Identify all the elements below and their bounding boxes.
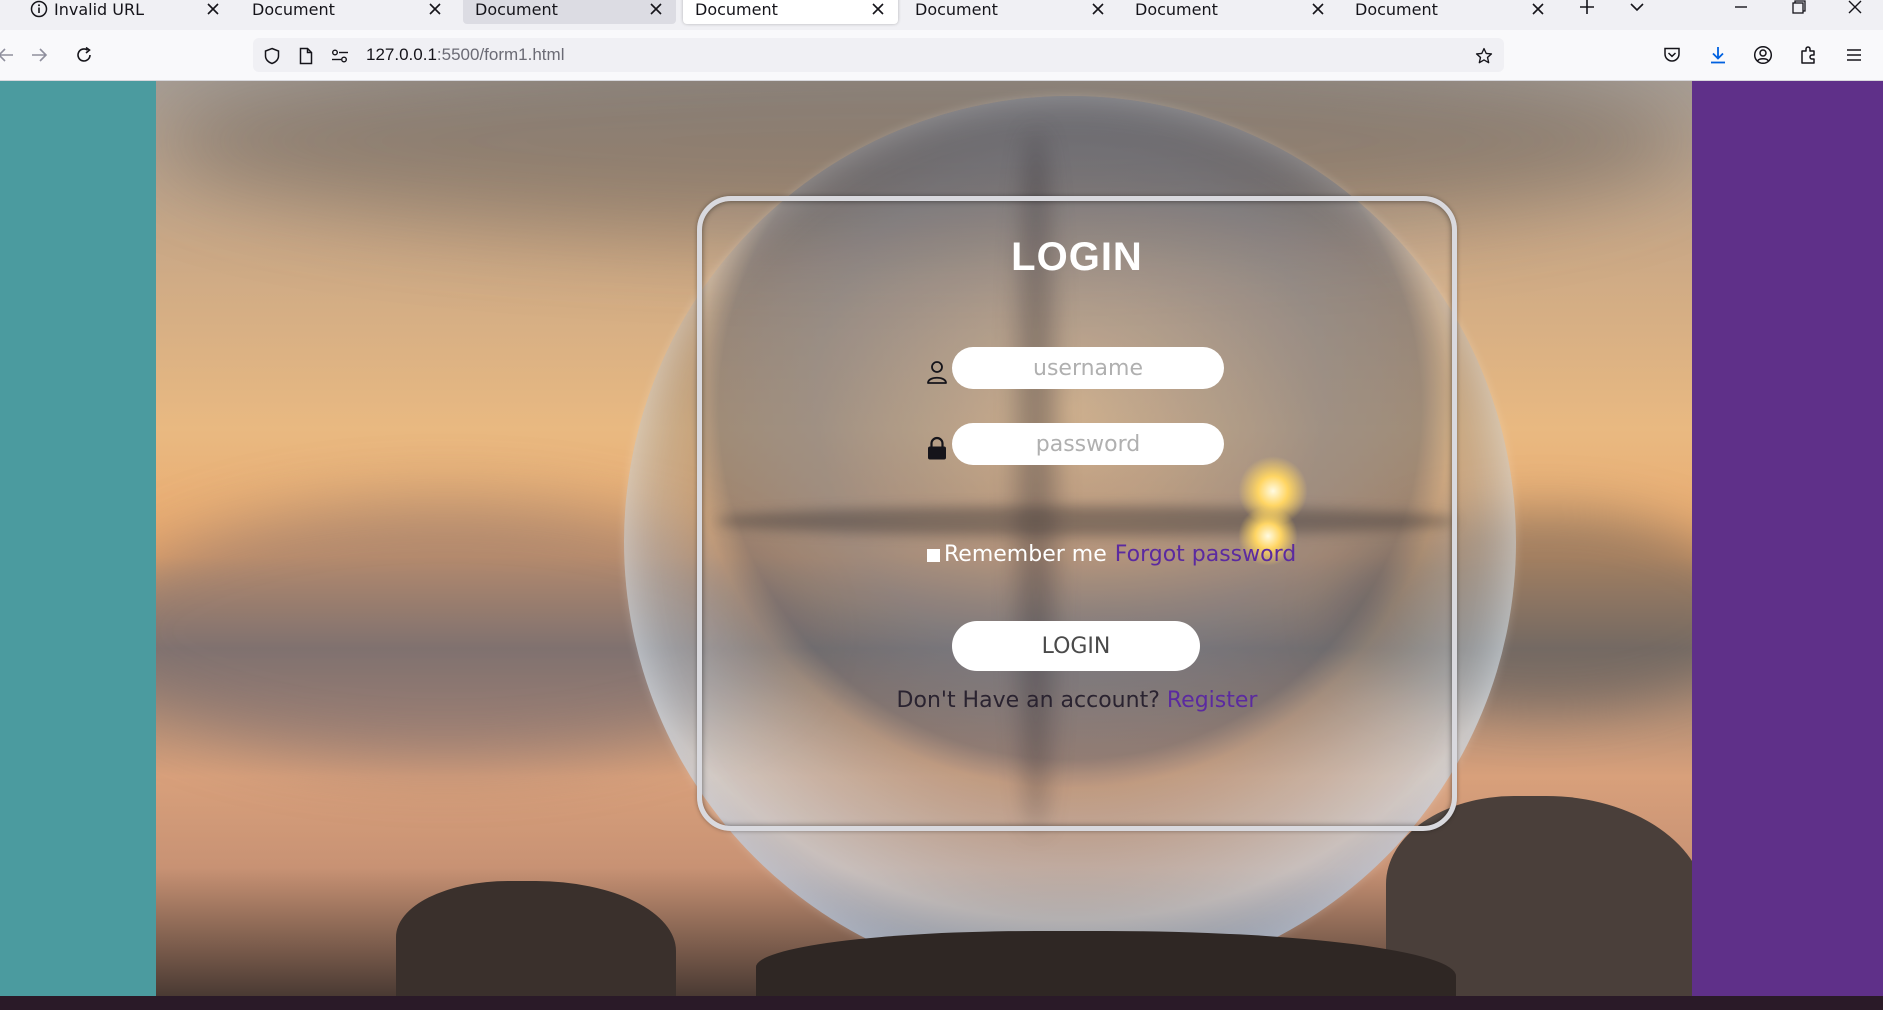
tab-title: Document xyxy=(252,0,335,19)
tab-title: Document xyxy=(915,0,998,19)
login-title: LOGIN xyxy=(1011,235,1143,279)
back-button[interactable] xyxy=(0,41,20,69)
account-button[interactable] xyxy=(1749,41,1777,69)
close-tab-icon[interactable] xyxy=(1310,1,1326,17)
right-background-panel xyxy=(1692,81,1883,996)
tab-document-4[interactable]: Document xyxy=(903,0,1118,24)
arrow-left-icon xyxy=(0,48,13,62)
address-bar[interactable]: 127.0.0.1:5500/form1.html xyxy=(253,38,1504,72)
register-link[interactable]: Register xyxy=(1167,688,1258,713)
account-icon xyxy=(1753,45,1773,65)
extensions-button[interactable] xyxy=(1794,41,1822,69)
minimize-icon xyxy=(1735,6,1747,8)
application-menu-button[interactable] xyxy=(1840,41,1868,69)
tab-title: Document xyxy=(695,0,778,19)
pocket-button[interactable] xyxy=(1658,41,1686,69)
extensions-icon xyxy=(1801,46,1815,64)
reload-button[interactable] xyxy=(70,41,98,69)
background-photo: LOGIN Remember me Forgot password LOGIN … xyxy=(156,81,1692,996)
password-input[interactable] xyxy=(952,423,1224,465)
login-button[interactable]: LOGIN xyxy=(952,621,1200,671)
close-tab-icon[interactable] xyxy=(427,1,443,17)
arrow-right-icon xyxy=(32,48,48,62)
register-row: Don't Have an account? Register xyxy=(702,688,1452,713)
chevron-down-icon xyxy=(1630,3,1644,12)
login-form: LOGIN Remember me Forgot password LOGIN … xyxy=(697,196,1457,831)
left-background-panel xyxy=(0,81,156,996)
permissions-icon[interactable] xyxy=(331,47,349,65)
tab-document-1[interactable]: Document xyxy=(240,0,455,24)
close-tab-icon[interactable] xyxy=(870,1,886,17)
register-prompt: Don't Have an account? xyxy=(896,688,1160,713)
rock-base xyxy=(756,931,1456,996)
tab-title: Document xyxy=(475,0,558,19)
hamburger-menu-icon xyxy=(1847,49,1861,61)
remember-me-label[interactable]: Remember me xyxy=(944,542,1107,567)
tab-title: Invalid URL xyxy=(54,0,145,19)
close-tab-icon[interactable] xyxy=(205,1,221,17)
reload-icon xyxy=(77,46,91,62)
tab-document-5[interactable]: Document xyxy=(1123,0,1338,24)
downloads-button[interactable] xyxy=(1704,41,1732,69)
page-icon[interactable] xyxy=(297,47,315,65)
rock-left xyxy=(396,881,676,996)
remember-me-checkbox[interactable] xyxy=(927,548,940,562)
plus-icon xyxy=(1580,0,1594,14)
tab-title: Document xyxy=(1355,0,1438,19)
restore-icon xyxy=(1792,0,1806,14)
tab-title: Document xyxy=(1135,0,1218,19)
star-icon[interactable] xyxy=(1475,47,1493,65)
tab-document-active[interactable]: Document xyxy=(683,0,898,24)
restore-window-button[interactable] xyxy=(1784,0,1814,22)
username-input[interactable] xyxy=(952,347,1224,389)
url-host: 127.0.0.1 xyxy=(366,45,437,64)
lock-icon xyxy=(925,435,949,461)
tab-invalid-url[interactable]: Invalid URL xyxy=(18,0,233,24)
os-taskbar xyxy=(0,996,1883,1010)
close-tab-icon[interactable] xyxy=(1530,1,1546,17)
download-icon xyxy=(1711,47,1725,64)
page-viewport: LOGIN Remember me Forgot password LOGIN … xyxy=(0,81,1883,996)
tab-document-6[interactable]: Document xyxy=(1343,0,1558,24)
url-path: :5500/form1.html xyxy=(436,45,565,64)
forward-button[interactable] xyxy=(25,41,53,69)
pocket-icon xyxy=(1664,47,1680,62)
forgot-password-link[interactable]: Forgot password xyxy=(1115,542,1296,567)
navigation-toolbar: 127.0.0.1:5500/form1.html xyxy=(0,30,1883,81)
user-icon xyxy=(925,359,949,385)
shield-icon[interactable] xyxy=(263,47,281,65)
list-all-tabs-button[interactable] xyxy=(1622,0,1652,22)
minimize-window-button[interactable] xyxy=(1726,0,1756,22)
new-tab-button[interactable] xyxy=(1572,0,1602,22)
close-tab-icon[interactable] xyxy=(648,1,664,17)
tab-strip: Invalid URL Document Document Document D… xyxy=(0,0,1883,30)
close-window-button[interactable] xyxy=(1840,0,1870,22)
info-icon xyxy=(30,0,48,18)
close-icon xyxy=(1848,0,1862,14)
url-text[interactable]: 127.0.0.1:5500/form1.html xyxy=(366,38,564,72)
tab-document-2[interactable]: Document xyxy=(463,0,676,24)
remember-row: Remember me Forgot password xyxy=(927,539,1296,569)
close-tab-icon[interactable] xyxy=(1090,1,1106,17)
